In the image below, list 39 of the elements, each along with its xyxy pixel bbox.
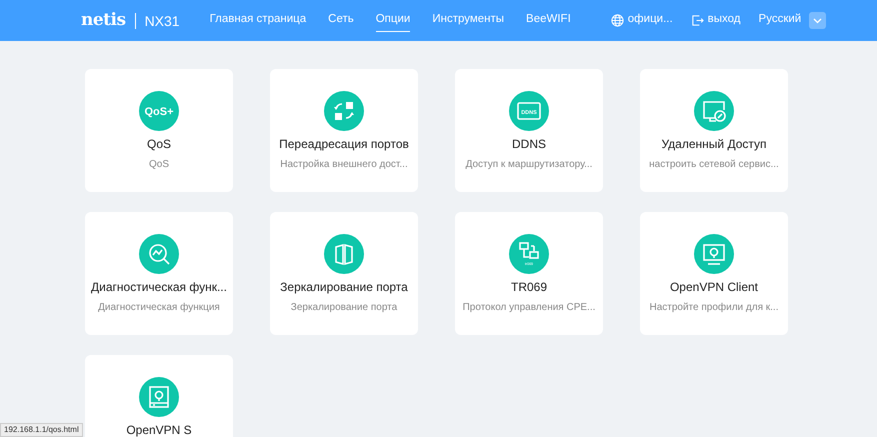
card-title: Диагностическая функ... [91, 280, 227, 294]
feature-card[interactable]: Диагностическая функ... Диагностическая функция [85, 212, 233, 335]
card-description: Настройка внешнего дост... [280, 158, 408, 172]
card-title: QoS [146, 137, 171, 151]
card-description: Диагностическая функция [98, 301, 220, 315]
card-description: настроить сетевой сервис... [649, 158, 779, 172]
feature-card[interactable]: QoS+ QoS QoS [85, 69, 233, 192]
feature-card[interactable]: Удаленный Доступ настроить сетевой сервис... [640, 69, 788, 192]
card-title: OpenVPN S [126, 423, 192, 437]
card-title: Переадресация портов [279, 137, 409, 151]
logo: netis [81, 8, 126, 32]
card-description: Зеркалирование порта [290, 301, 398, 315]
card-description: Протокол управления CPE... [462, 301, 596, 315]
feature-card[interactable]: Зеркалирование порта Зеркалирование порта [270, 212, 418, 335]
card-title: TR069 [510, 280, 548, 294]
card-title: DDNS [512, 137, 546, 151]
card-title: Зеркалирование порта [280, 280, 408, 294]
server-signal-icon [139, 377, 179, 417]
feature-card[interactable]: Переадресация портов Настройка внешнего дост... [270, 69, 418, 192]
feature-card[interactable]: OpenVPN S [85, 355, 233, 437]
card-description: Настройте профили для к... [649, 301, 778, 315]
magnifier-chart-icon [139, 234, 179, 274]
model-name: NX31 [134, 12, 180, 28]
chevron-down-icon [813, 18, 822, 24]
card-title: OpenVPN Client [670, 280, 758, 294]
feature-card[interactable]: OpenVPN Client Настройте профили для к... [640, 212, 788, 335]
card-title: Удаленный Доступ [661, 137, 767, 151]
card-description: QoS [148, 158, 169, 172]
globe-icon [610, 14, 624, 27]
language-dropdown[interactable] [809, 12, 826, 29]
swap-arrows-icon [324, 91, 364, 131]
language-label: Русский [758, 12, 802, 28]
card-description: Доступ к маршрутизатору... [466, 158, 592, 172]
remote-monitor-icon [694, 91, 734, 131]
logout-icon [690, 14, 704, 27]
mirror-panels-icon [324, 234, 364, 274]
qos-icon: QoS+ [139, 91, 179, 131]
status-url: 192.168.1.1/qos.html [0, 423, 83, 437]
monitor-signal-icon [694, 234, 734, 274]
